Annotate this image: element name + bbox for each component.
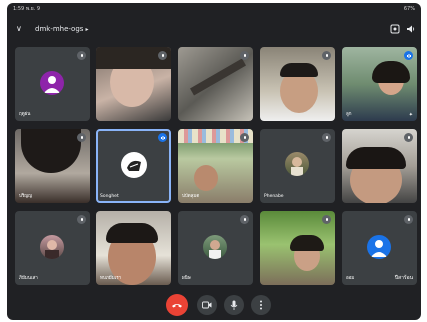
- mic-toggle-button[interactable]: [224, 295, 244, 315]
- end-call-button[interactable]: [166, 294, 188, 316]
- mic-off-icon: [322, 133, 331, 142]
- avatar: [121, 152, 147, 178]
- meet-screen: 1:59 พ.ย. 9 67% ∨ dmk-mhe-ogs ▸ ฤดูฝน ลู…: [7, 3, 421, 320]
- video-hair: [290, 235, 324, 251]
- camera-icon: [202, 301, 212, 309]
- participant-name: ลูก: [346, 112, 352, 117]
- meeting-code[interactable]: dmk-mhe-ogs ▸: [35, 25, 88, 33]
- mic-off-icon: [322, 51, 331, 60]
- participant-tile[interactable]: [260, 47, 335, 121]
- participant-grid: ฤดูฝน ลูก ✦ ปริญญ Songhet ปบัดลุมต Phena…: [15, 47, 417, 287]
- mic-off-icon: [240, 133, 249, 142]
- mic-off-icon: [158, 51, 167, 60]
- participant-name: ทบภมีมเรา: [100, 276, 122, 281]
- participant-tile[interactable]: Phenabe: [260, 129, 335, 203]
- video-hair: [106, 223, 158, 243]
- chevron-right-icon: ▸: [85, 26, 89, 33]
- participant-name: ออม: [346, 276, 355, 281]
- mic-off-icon: [240, 215, 249, 224]
- status-time: 1:59: [13, 6, 25, 12]
- call-controls: [7, 293, 421, 317]
- participant-tile-active[interactable]: Songhet: [96, 129, 171, 203]
- status-left: 1:59 พ.ย. 9: [13, 5, 40, 13]
- video-hair: [372, 61, 410, 83]
- speaking-indicator-icon: [404, 51, 413, 60]
- switch-camera-icon[interactable]: [389, 23, 401, 35]
- video-hair: [280, 63, 318, 77]
- participant-tile[interactable]: ลูก ✦: [342, 47, 417, 121]
- status-battery: 67%: [403, 6, 415, 12]
- video-hair: [21, 129, 81, 173]
- collapse-chevron-icon[interactable]: ∨: [16, 24, 22, 33]
- participant-name: ผนิษ: [182, 276, 191, 281]
- participant-tile[interactable]: ปริญญ: [15, 129, 90, 203]
- avatar: [367, 235, 391, 259]
- participant-tile[interactable]: [342, 129, 417, 203]
- video-hair: [346, 147, 406, 169]
- participant-name: ปบัดลุมต: [182, 194, 200, 199]
- mic-off-icon: [77, 51, 86, 60]
- avatar: [203, 235, 227, 259]
- participant-name: Songhet: [100, 194, 119, 199]
- camera-toggle-button[interactable]: [197, 295, 217, 315]
- participant-name: ปริญญ: [19, 194, 32, 199]
- participant-tile[interactable]: ฤดูฝน: [15, 47, 90, 121]
- avatar: [40, 71, 64, 95]
- participant-tile[interactable]: ผนิษ: [178, 211, 253, 285]
- participant-tile[interactable]: [178, 47, 253, 121]
- speaker-icon[interactable]: [405, 23, 417, 35]
- speaking-indicator-icon: [158, 133, 167, 142]
- tile-corner-label: ปีสาร้อน: [394, 275, 413, 281]
- status-bar: 1:59 พ.ย. 9 67%: [7, 3, 421, 15]
- more-vert-icon: [260, 300, 262, 310]
- participant-name: ฤดูฝน: [19, 112, 31, 117]
- avatar: [285, 152, 309, 176]
- mic-off-icon: [77, 133, 86, 142]
- participant-tile[interactable]: ทบภมีมเรา: [96, 211, 171, 285]
- participant-tile[interactable]: [96, 47, 171, 121]
- mic-off-icon: [322, 215, 331, 224]
- top-bar: ∨ dmk-mhe-ogs ▸: [7, 17, 421, 43]
- participant-name: Phenabe: [264, 194, 284, 199]
- status-date: พ.ย. 9: [25, 6, 41, 12]
- mic-off-icon: [404, 133, 413, 142]
- avatar: [40, 235, 64, 259]
- more-options-button[interactable]: [251, 295, 271, 315]
- mic-off-icon: [240, 51, 249, 60]
- mic-off-icon: [404, 215, 413, 224]
- microphone-icon: [230, 300, 238, 310]
- participant-tile[interactable]: ภิมีมนเสา: [15, 211, 90, 285]
- participant-name: ภิมีมนเสา: [19, 276, 38, 281]
- mic-off-icon: [77, 215, 86, 224]
- participant-tile[interactable]: ออม ปีสาร้อน: [342, 211, 417, 285]
- video-face: [194, 165, 218, 191]
- effects-icon: ✦: [408, 112, 413, 118]
- video-beam: [190, 58, 246, 96]
- end-call-icon: [172, 304, 182, 308]
- participant-tile[interactable]: ปบัดลุมต: [178, 129, 253, 203]
- meeting-code-text: dmk-mhe-ogs: [35, 25, 84, 33]
- participant-tile[interactable]: [260, 211, 335, 285]
